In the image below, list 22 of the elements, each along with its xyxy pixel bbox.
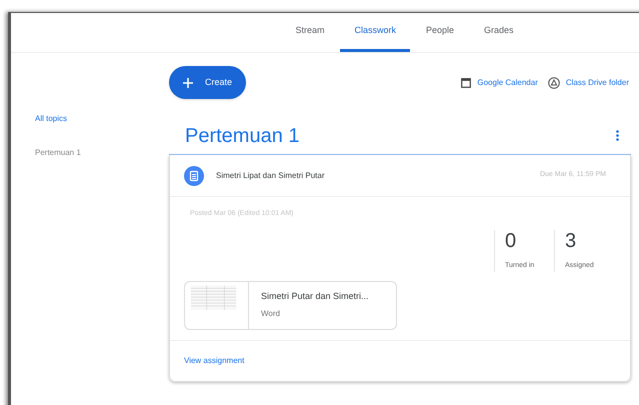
drive-icon bbox=[548, 76, 560, 88]
tab[interactable]: People bbox=[412, 12, 468, 52]
attachment-card[interactable]: Simetri Putar dan Simetri... Word bbox=[184, 280, 397, 330]
toolbar-link[interactable]: Google Calendar bbox=[461, 76, 538, 88]
attachment-type: Word bbox=[261, 308, 281, 320]
topic-link[interactable]: Pertemuan 1 bbox=[35, 147, 169, 159]
attachment-name: Simetri Putar dan Simetri... bbox=[261, 290, 369, 304]
tab[interactable]: Grades bbox=[470, 12, 528, 52]
create-button[interactable]: Create bbox=[169, 66, 246, 99]
plus-icon bbox=[183, 78, 193, 88]
more-options-icon[interactable] bbox=[616, 130, 619, 141]
assignment-title[interactable]: Simetri Lipat dan Simetri Putar bbox=[216, 170, 540, 182]
tab[interactable]: Stream bbox=[281, 12, 338, 52]
stat-value: 0 bbox=[505, 230, 518, 252]
topic-title: Pertemuan 1 bbox=[185, 124, 300, 148]
topic-link[interactable]: All topics bbox=[35, 113, 169, 125]
stat-value: 3 bbox=[565, 230, 578, 252]
tab[interactable]: Classwork bbox=[340, 12, 410, 52]
view-assignment-link[interactable]: View assignment bbox=[184, 354, 244, 366]
assignment-icon bbox=[184, 166, 204, 186]
calendar-icon bbox=[461, 77, 472, 88]
toolbar-link[interactable]: Class Drive folder bbox=[548, 76, 629, 88]
